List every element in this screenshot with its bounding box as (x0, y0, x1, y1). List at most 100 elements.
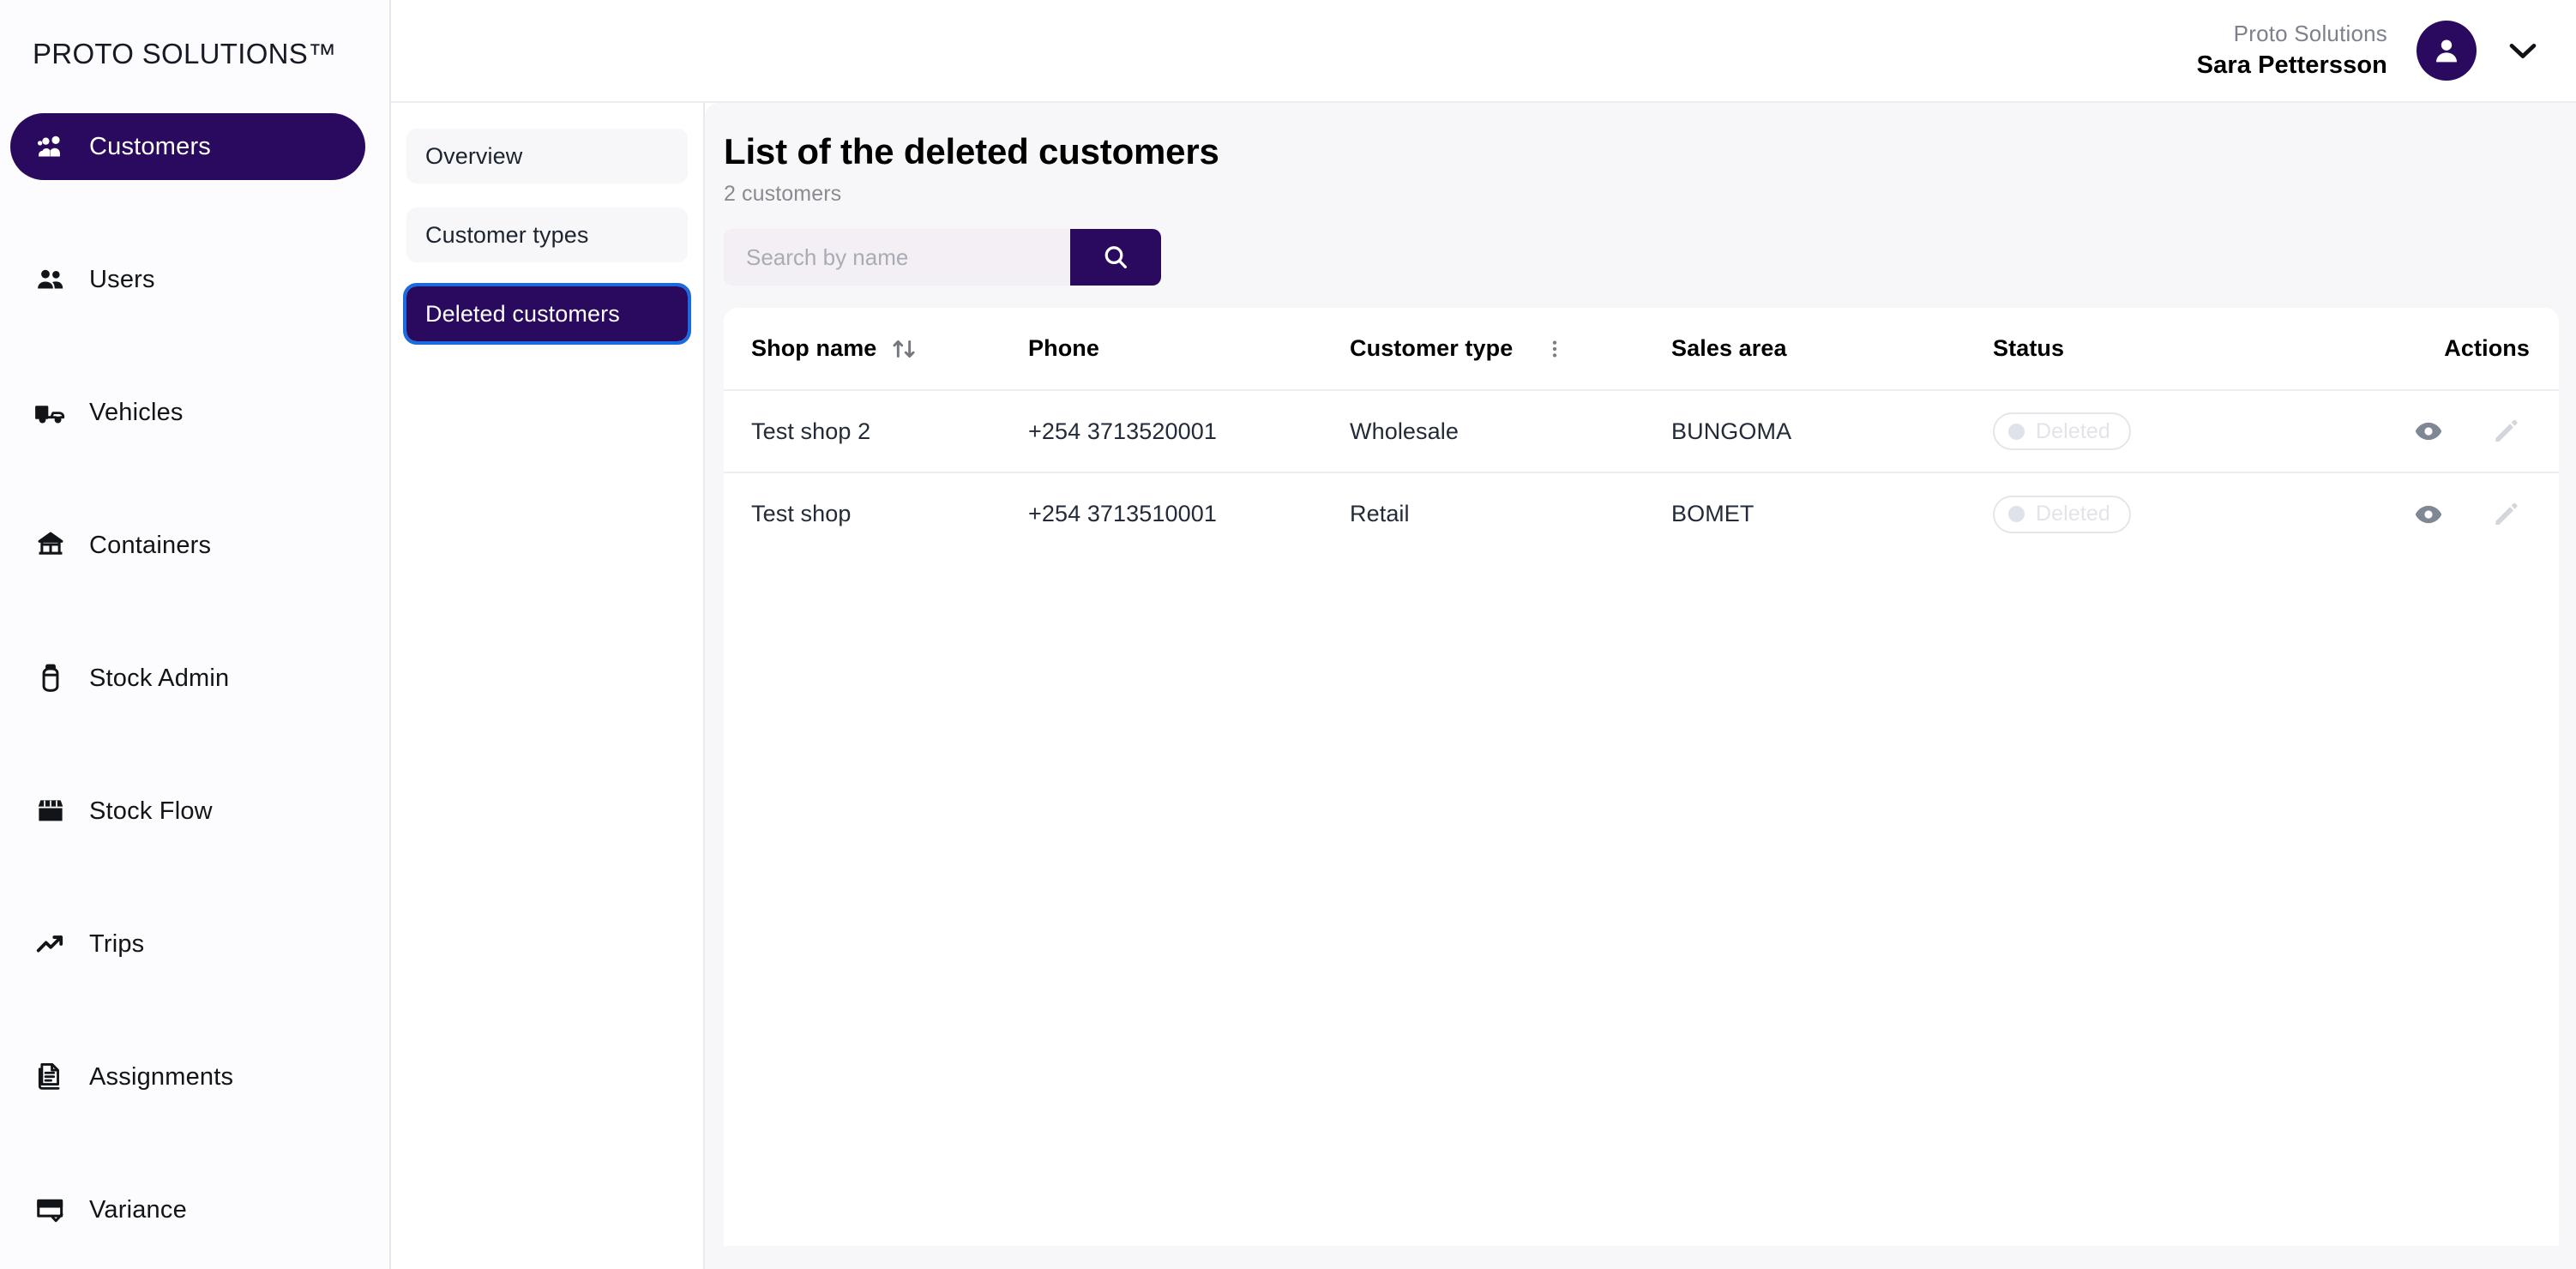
sidebar-item-label: Assignments (89, 1062, 234, 1091)
search-icon (1104, 246, 1127, 269)
column-header-actions: Actions (2404, 308, 2559, 390)
sidebar-item-label: Stock Admin (89, 664, 230, 692)
view-icon[interactable] (2404, 407, 2453, 455)
main-content: List of the deleted customers 2 customer… (705, 103, 2576, 1269)
deleted-customers-table: Shop name Phone Customer type Sales area… (724, 308, 2559, 555)
delete-icon[interactable] (2558, 490, 2559, 538)
table-body: Test shop 2 +254 3713520001 Wholesale BU… (724, 390, 2559, 555)
table-header-row: Shop name Phone Customer type Sales area… (724, 308, 2559, 390)
sidebar-item-label: Stock Flow (89, 797, 213, 825)
record-count: 2 customers (724, 182, 842, 207)
cell-shop-name: Test shop (751, 501, 852, 527)
sidebar-item-label: Variance (89, 1195, 187, 1224)
user-name: Sara Pettersson (2196, 51, 2387, 79)
delete-icon[interactable] (2558, 407, 2559, 455)
secondary-navigation: Overview Customer types Deleted customer… (391, 103, 705, 1269)
table-head: Shop name Phone Customer type Sales area… (724, 308, 2559, 390)
subnav-item-customer-types[interactable]: Customer types (406, 207, 688, 262)
person-icon (2436, 39, 2457, 63)
view-icon[interactable] (2404, 490, 2453, 538)
column-label: Sales area (1671, 335, 1787, 362)
brand-title: PROTO SOLUTIONS™ (33, 38, 337, 69)
cell-actions (2404, 472, 2559, 555)
user-info: Proto Solutions Sara Pettersson (2197, 20, 2387, 81)
sort-arrows-icon[interactable] (890, 335, 918, 363)
column-header-shop-name: Shop name (724, 308, 1028, 390)
vehicles-icon (34, 396, 67, 429)
cell-sales-area: BOMET (1671, 501, 1754, 527)
sidebar-item-label: Customers (89, 132, 211, 160)
column-header-phone: Phone (1028, 308, 1350, 390)
table-row[interactable]: Test shop 2 +254 3713520001 Wholesale BU… (724, 390, 2559, 472)
status-dot-icon (2008, 506, 2025, 523)
customers-table-card: Shop name Phone Customer type Sales area… (724, 308, 2559, 1247)
search-button[interactable] (1070, 229, 1161, 286)
assignments-icon (34, 1061, 67, 1093)
cell-status: Deleted (1993, 390, 2404, 472)
column-label: Status (1993, 335, 2065, 362)
sidebar-item-label: Vehicles (89, 398, 184, 426)
sidebar-item-vehicles[interactable]: Vehicles (10, 379, 365, 446)
subnav-item-deleted-customers[interactable]: Deleted customers (403, 283, 691, 345)
cell-shop-name: Test shop 2 (751, 418, 871, 444)
column-label: Shop name (751, 335, 877, 362)
column-label: Actions (2444, 335, 2530, 362)
trips-icon (36, 935, 63, 953)
containers-icon (34, 529, 67, 562)
sidebar-item-trips[interactable]: Trips (10, 911, 365, 977)
cell-status: Deleted (1993, 472, 2404, 555)
page-title: List of the deleted customers (724, 131, 1219, 171)
sidebar-item-label: Containers (89, 531, 212, 559)
column-header-status: Status (1993, 308, 2404, 390)
status-dot-icon (2008, 423, 2025, 440)
sidebar-item-variance[interactable]: Variance (10, 1176, 365, 1243)
sidebar-item-containers[interactable]: Containers (10, 512, 365, 579)
sidebar-item-customers[interactable]: Customers (10, 113, 365, 180)
search-bar (724, 229, 2559, 286)
main-navigation: Customers Users Vehicles Containers Stoc… (0, 113, 389, 1243)
edit-icon[interactable] (2482, 407, 2530, 455)
cell-phone: +254 3713510001 (1028, 501, 1217, 527)
more-vertical-icon[interactable] (1544, 335, 1566, 363)
column-header-sales-area: Sales area (1671, 308, 1993, 390)
status-badge: Deleted (1993, 495, 2131, 533)
subnav-item-label: Deleted customers (425, 300, 620, 327)
user-organization: Proto Solutions (2233, 21, 2387, 47)
stock-flow-icon (34, 795, 67, 827)
variance-icon (34, 1194, 67, 1226)
status-label: Deleted (2036, 502, 2110, 526)
user-menu-toggle[interactable] (2506, 33, 2540, 68)
app-root: PROTO SOLUTIONS™ Customers Users Vehicle… (0, 0, 2576, 1269)
body-area: Overview Customer types Deleted customer… (391, 101, 2576, 1269)
subnav-item-label: Customer types (425, 221, 589, 248)
cell-sales-area: BUNGOMA (1671, 418, 1792, 444)
sidebar-item-stock-admin[interactable]: Stock Admin (10, 645, 365, 712)
subnav-item-overview[interactable]: Overview (406, 129, 688, 183)
cell-phone: +254 3713520001 (1028, 418, 1217, 444)
customers-icon (34, 130, 67, 163)
search-input[interactable] (724, 229, 1070, 286)
primary-sidebar: PROTO SOLUTIONS™ Customers Users Vehicle… (0, 0, 391, 1269)
subnav-item-label: Overview (425, 142, 523, 169)
status-badge: Deleted (1993, 412, 2131, 451)
column-header-customer-type: Customer type (1350, 308, 1671, 390)
stock-admin-icon (34, 662, 67, 695)
cell-actions (2404, 390, 2559, 472)
cell-customer-type: Wholesale (1350, 418, 1459, 444)
sidebar-item-stock-flow[interactable]: Stock Flow (10, 778, 365, 845)
right-pane: Proto Solutions Sara Pettersson Overview… (391, 0, 2576, 1269)
sidebar-item-label: Users (89, 265, 155, 293)
cell-customer-type: Retail (1350, 501, 1410, 527)
chevron-down-icon (2509, 43, 2537, 58)
users-icon (34, 263, 67, 296)
table-row[interactable]: Test shop +254 3713510001 Retail BOMET D… (724, 472, 2559, 555)
avatar[interactable] (2417, 21, 2477, 81)
column-label: Customer type (1350, 335, 1514, 362)
sidebar-item-users[interactable]: Users (10, 246, 365, 313)
topbar: Proto Solutions Sara Pettersson (391, 0, 2576, 101)
edit-icon[interactable] (2482, 490, 2530, 538)
sidebar-item-label: Trips (89, 929, 145, 958)
status-label: Deleted (2036, 418, 2110, 443)
sidebar-item-assignments[interactable]: Assignments (10, 1043, 365, 1110)
column-label: Phone (1028, 335, 1100, 362)
